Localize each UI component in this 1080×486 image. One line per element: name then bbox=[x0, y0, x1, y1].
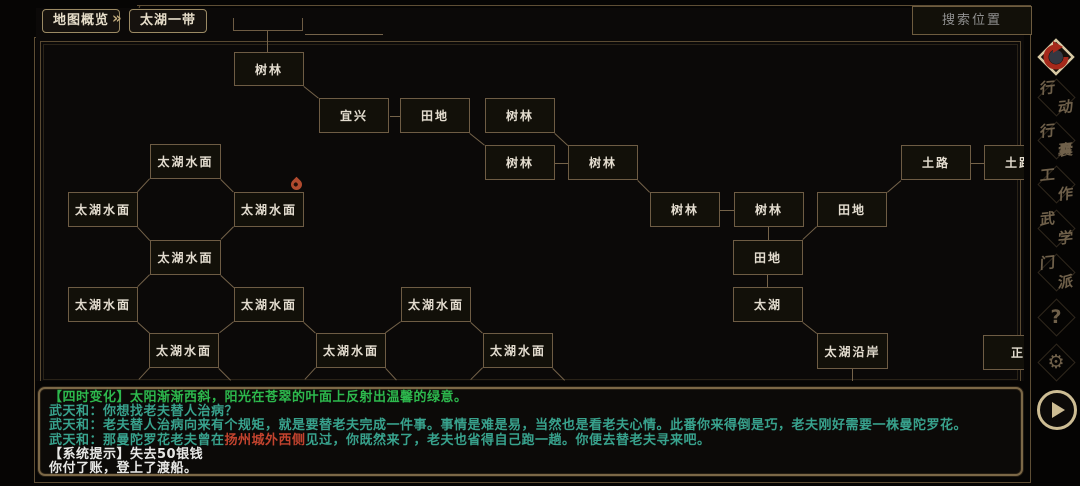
chat-line: 你付了账，登上了渡船。 bbox=[49, 462, 1012, 476]
chat-text: 【四时变化】太阳渐渐西斜，阳光在苍翠的叶面上反射出温馨的绿意。 bbox=[49, 390, 468, 405]
map-edge bbox=[385, 321, 401, 333]
sidebar-item-bag[interactable]: 行囊 bbox=[1035, 119, 1077, 161]
map-node[interactable]: 田地 bbox=[817, 192, 887, 227]
map-edge bbox=[637, 180, 650, 193]
frame-bottom bbox=[34, 482, 1031, 483]
sidebar-item-action[interactable]: 行动 bbox=[1035, 76, 1077, 118]
map-edge bbox=[218, 368, 231, 381]
map-node[interactable]: 太湖水面 bbox=[234, 192, 304, 227]
map-edge bbox=[768, 227, 769, 240]
map-edge bbox=[470, 367, 483, 380]
message-log-panel: 【四时变化】太阳渐渐西斜，阳光在苍翠的叶面上反射出温馨的绿意。武天和：你想找老夫… bbox=[38, 387, 1023, 476]
map-node[interactable]: 太湖水面 bbox=[234, 287, 304, 322]
frame-left bbox=[34, 37, 35, 482]
chat-text: 你付了账，登上了渡船。 bbox=[49, 461, 198, 476]
map-edge bbox=[852, 368, 853, 381]
map-edge bbox=[303, 86, 319, 99]
map-edge bbox=[138, 367, 150, 380]
map-node[interactable]: 树林 bbox=[234, 52, 304, 86]
map-edge bbox=[267, 31, 268, 52]
map-node[interactable]: 田地 bbox=[733, 240, 803, 275]
sidebar-item-work[interactable]: 工作 bbox=[1035, 163, 1077, 205]
map-edge bbox=[305, 34, 383, 35]
map-node[interactable]: 太湖水面 bbox=[483, 333, 553, 368]
map-viewport[interactable]: 树林宜兴田地树林太湖水面树林树林土路土路太湖水面太湖水面树林树林田地太湖水面田地… bbox=[36, 8, 1024, 381]
map-node[interactable]: 太湖水面 bbox=[316, 333, 386, 368]
map-edge bbox=[767, 275, 768, 287]
sidebar-item-minimap[interactable] bbox=[1035, 36, 1077, 78]
sidebar-item-play[interactable] bbox=[1035, 390, 1077, 432]
map-node[interactable]: 太湖水面 bbox=[150, 240, 221, 275]
map-edge bbox=[304, 367, 316, 380]
map-edge bbox=[303, 322, 316, 334]
map-edge bbox=[887, 180, 902, 193]
chat-text: 武天和：那曼陀罗花老夫曾在 bbox=[49, 433, 225, 448]
map-node[interactable]: 树林 bbox=[568, 145, 638, 180]
map-edge bbox=[552, 368, 565, 381]
map-node[interactable]: 土路 bbox=[984, 145, 1024, 180]
map-node-partial[interactable] bbox=[233, 18, 303, 31]
map-edge bbox=[470, 322, 483, 334]
map-node[interactable]: 树林 bbox=[650, 192, 720, 227]
location-pin-icon bbox=[289, 177, 305, 193]
map-node[interactable]: 太湖沿岸 bbox=[817, 333, 888, 369]
map-edge bbox=[220, 179, 234, 193]
map-edge bbox=[802, 322, 817, 334]
location-highlight-text: 扬州城外西侧 bbox=[225, 433, 306, 448]
map-node[interactable]: 太湖水面 bbox=[150, 144, 221, 179]
map-edge bbox=[219, 321, 234, 333]
play-icon bbox=[1037, 390, 1077, 430]
chat-text: 见过，你既然来了，老夫也省得自己跑一趟。你便去替老夫寻来吧。 bbox=[306, 433, 711, 448]
map-node[interactable]: 树林 bbox=[734, 192, 804, 227]
map-edge bbox=[802, 226, 817, 240]
map-edge bbox=[137, 274, 150, 287]
map-node[interactable]: 正 bbox=[983, 335, 1024, 370]
map-node[interactable]: 太湖水面 bbox=[149, 333, 219, 368]
map-edge bbox=[555, 163, 568, 164]
map-edge bbox=[137, 227, 150, 241]
minimap-emblem-icon bbox=[1035, 36, 1077, 78]
chat-line: 武天和：那曼陀罗花老夫曾在扬州城外西侧见过，你既然来了，老夫也省得自己跑一趟。你… bbox=[49, 434, 1012, 448]
map-edge bbox=[554, 133, 568, 146]
sidebar-item-sect[interactable]: 门派 bbox=[1035, 251, 1077, 293]
breadcrumb-separator-icon: » bbox=[112, 9, 122, 27]
chat-line: 【系统提示】失去50银钱 bbox=[49, 448, 1012, 462]
map-node[interactable]: 太湖水面 bbox=[68, 287, 138, 322]
sidebar-item-settings[interactable]: ⚙ bbox=[1035, 341, 1077, 383]
chat-text: 【系统提示】失去50银钱 bbox=[49, 447, 203, 462]
map-node[interactable]: 太湖水面 bbox=[401, 287, 471, 322]
frame-right bbox=[1030, 5, 1031, 482]
map-edge bbox=[137, 178, 150, 192]
map-edge bbox=[220, 275, 234, 288]
map-node[interactable]: 田地 bbox=[400, 98, 470, 133]
chat-line: 武天和：老夫替人治病向来有个规矩，就是要替老夫完成一件事。事情是难是易，当然也是… bbox=[49, 419, 1012, 433]
map-edge bbox=[385, 368, 397, 381]
map-edge bbox=[390, 116, 400, 117]
map-edge bbox=[137, 322, 150, 334]
map-node[interactable]: 土路 bbox=[901, 145, 971, 180]
chat-text: 武天和：你想找老夫替人治病？ bbox=[49, 404, 238, 419]
game-window: 树林宜兴田地树林太湖水面树林树林土路土路太湖水面太湖水面树林树林田地太湖水面田地… bbox=[0, 0, 1080, 486]
chat-text: 武天和：老夫替人治病向来有个规矩，就是要替老夫完成一件事。事情是难是易，当然也是… bbox=[49, 418, 967, 433]
breadcrumb-map-overview-button[interactable]: 地图概览 bbox=[42, 9, 120, 33]
sidebar-item-help[interactable]: ? bbox=[1035, 296, 1077, 338]
frame-top bbox=[137, 5, 1030, 6]
map-edge bbox=[971, 163, 984, 164]
map-node[interactable]: 宜兴 bbox=[319, 98, 389, 133]
map-edge bbox=[720, 210, 734, 211]
sidebar: 行动行囊工作武学门派?⚙ bbox=[1032, 0, 1080, 486]
map-node[interactable]: 树林 bbox=[485, 145, 555, 180]
sidebar-item-martial[interactable]: 武学 bbox=[1035, 207, 1077, 249]
map-edge bbox=[469, 133, 485, 146]
search-location-input[interactable] bbox=[912, 6, 1032, 35]
map-node[interactable]: 太湖水面 bbox=[68, 192, 138, 227]
breadcrumb-current-region-button[interactable]: 太湖一带 bbox=[129, 9, 207, 33]
map-edge bbox=[220, 226, 234, 240]
map-node[interactable]: 太湖 bbox=[733, 287, 803, 322]
map-node[interactable]: 树林 bbox=[485, 98, 555, 133]
